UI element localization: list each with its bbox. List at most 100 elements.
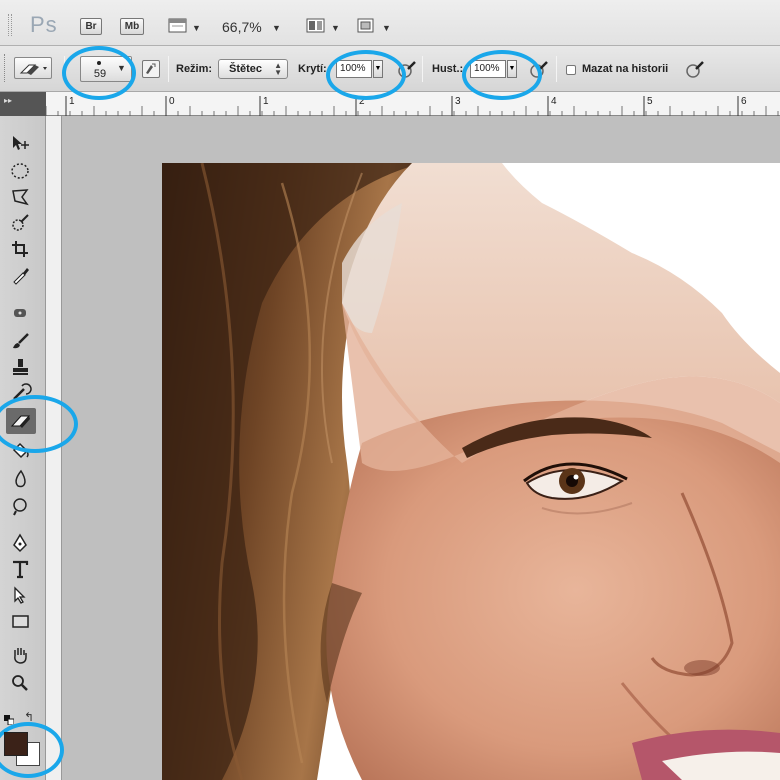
document-image[interactable] <box>162 163 780 780</box>
history-brush-tool-button[interactable] <box>6 380 36 406</box>
select-stepper-icon: ▲ ▼ <box>274 61 282 77</box>
airbrush-icon[interactable] <box>528 60 550 80</box>
tool-preset-picker[interactable] <box>14 57 52 79</box>
mode-select-value: Štětec <box>229 63 263 75</box>
foreground-color-swatch[interactable] <box>4 732 28 756</box>
hand-tool-icon <box>14 648 27 664</box>
zoom-tool-icon <box>12 675 28 691</box>
hand-tool-button[interactable] <box>6 642 36 668</box>
ruler-label: 1 <box>69 96 75 107</box>
portrait-photo <box>162 163 780 780</box>
zoom-caret-icon[interactable]: ▼ <box>272 23 281 33</box>
arrange-documents-icon[interactable] <box>306 17 326 34</box>
panel-collapse-icon[interactable]: ▸▸ <box>4 96 12 105</box>
vertical-ruler[interactable] <box>46 116 62 780</box>
brush-panel-icon <box>146 63 156 74</box>
options-separator <box>556 56 557 82</box>
paint-bucket-tool-button[interactable] <box>6 438 36 464</box>
eyedropper-tool-icon <box>13 268 29 285</box>
flow-slider-button[interactable]: ▼ <box>507 60 517 78</box>
options-separator <box>168 56 169 82</box>
brush-tool-button[interactable] <box>6 328 36 354</box>
move-tool-icon <box>13 136 29 150</box>
opacity-input[interactable]: 100% <box>336 60 372 78</box>
mini-bridge-button[interactable]: Mb <box>120 18 144 35</box>
healing-brush-tool-icon <box>14 309 26 317</box>
pen-tool-icon <box>13 533 27 553</box>
opacity-label: Krytí: <box>298 63 327 75</box>
ruler-label: 6 <box>741 96 747 107</box>
zoom-level[interactable]: 66,7% <box>222 19 262 35</box>
optbar-grip <box>4 54 7 82</box>
flow-input[interactable]: 100% <box>470 60 506 78</box>
options-bar: 59 ▼ Režim: Štětec ▲ ▼ Krytí: 100% ▼ Hust… <box>0 46 780 92</box>
ruler-label: 3 <box>455 96 461 107</box>
history-brush-tool-icon <box>13 383 32 400</box>
dodge-tool-button[interactable] <box>6 494 36 520</box>
brush-tool-icon <box>13 333 29 349</box>
view-extras-caret-icon[interactable]: ▼ <box>192 23 201 33</box>
arrange-caret-icon[interactable]: ▼ <box>331 23 340 33</box>
brush-tip-icon <box>97 61 101 65</box>
pen-tool-button[interactable] <box>6 530 36 556</box>
mode-select[interactable]: Štětec ▲ ▼ <box>218 59 288 79</box>
clone-stamp-tool-icon <box>13 359 28 375</box>
crop-tool-button[interactable] <box>6 236 36 262</box>
photoshop-window: Ps Br Mb ▼ 66,7% ▼ ▼ ▼ 59 ▼ Režim: Štěte… <box>0 0 780 780</box>
path-select-tool-icon <box>14 586 26 604</box>
eraser-tool-icon <box>10 415 31 428</box>
quick-select-tool-icon <box>12 214 29 231</box>
view-extras-icon[interactable] <box>168 17 188 34</box>
brush-panel-toggle-button[interactable] <box>142 60 160 78</box>
brush-size-value: 59 <box>93 68 107 80</box>
brush-preset-picker[interactable]: 59 ▼ <box>80 56 132 82</box>
ruler-label: 5 <box>647 96 653 107</box>
appbar-grip <box>8 14 12 36</box>
marquee-tool-button[interactable] <box>6 158 36 184</box>
options-separator <box>64 56 65 82</box>
marquee-tool-icon <box>11 163 29 179</box>
tablet-size-pressure-icon[interactable] <box>684 60 706 80</box>
rectangle-tool-icon <box>12 615 29 628</box>
ruler-label: 4 <box>551 96 557 107</box>
eraser-preset-icon <box>19 64 47 75</box>
healing-brush-tool-button[interactable] <box>6 300 36 326</box>
dodge-tool-icon <box>13 498 27 516</box>
opacity-slider-button[interactable]: ▼ <box>373 60 383 78</box>
erase-to-history-label: Mazat na historii <box>582 63 669 75</box>
zoom-tool-button[interactable] <box>6 670 36 696</box>
path-select-tool-button[interactable] <box>6 582 36 608</box>
photoshop-logo: Ps <box>30 12 58 37</box>
quick-select-tool-button[interactable] <box>6 210 36 236</box>
mode-label: Režim: <box>176 63 213 75</box>
bridge-button[interactable]: Br <box>80 18 102 35</box>
type-tool-icon <box>13 560 29 579</box>
blur-tool-button[interactable] <box>6 466 36 492</box>
ruler-label: 0 <box>169 96 175 107</box>
application-bar: Ps Br Mb ▼ 66,7% ▼ ▼ ▼ <box>0 0 780 46</box>
default-colors-icon[interactable] <box>4 712 15 726</box>
horizontal-ruler[interactable]: 1 0 1 2 3 4 5 6 <box>46 92 780 116</box>
rectangle-tool-button[interactable] <box>6 608 36 634</box>
lasso-tool-button[interactable] <box>6 184 36 210</box>
type-tool-button[interactable] <box>6 556 36 582</box>
ruler-ticks: 1 0 1 2 3 4 5 6 <box>46 96 779 116</box>
screen-mode-icon[interactable] <box>356 17 376 34</box>
move-tool-button[interactable] <box>6 130 36 156</box>
paint-bucket-tool-icon <box>12 442 29 459</box>
ruler-label: 1 <box>263 96 269 107</box>
clone-stamp-tool-button[interactable] <box>6 354 36 380</box>
lasso-tool-icon <box>12 189 29 206</box>
swap-colors-icon[interactable]: ↰ <box>24 710 34 724</box>
ruler-label: 2 <box>359 96 365 107</box>
brush-caret-icon: ▼ <box>117 63 126 73</box>
toolbox <box>0 116 46 780</box>
options-separator <box>422 56 423 82</box>
erase-to-history-checkbox[interactable] <box>566 65 576 75</box>
blur-tool-icon <box>15 469 26 488</box>
tablet-opacity-pressure-icon[interactable] <box>396 60 418 80</box>
eraser-tool-button[interactable] <box>6 408 36 434</box>
eyedropper-tool-button[interactable] <box>6 262 36 288</box>
flow-label: Hust.: <box>432 63 464 75</box>
screen-mode-caret-icon[interactable]: ▼ <box>382 23 391 33</box>
